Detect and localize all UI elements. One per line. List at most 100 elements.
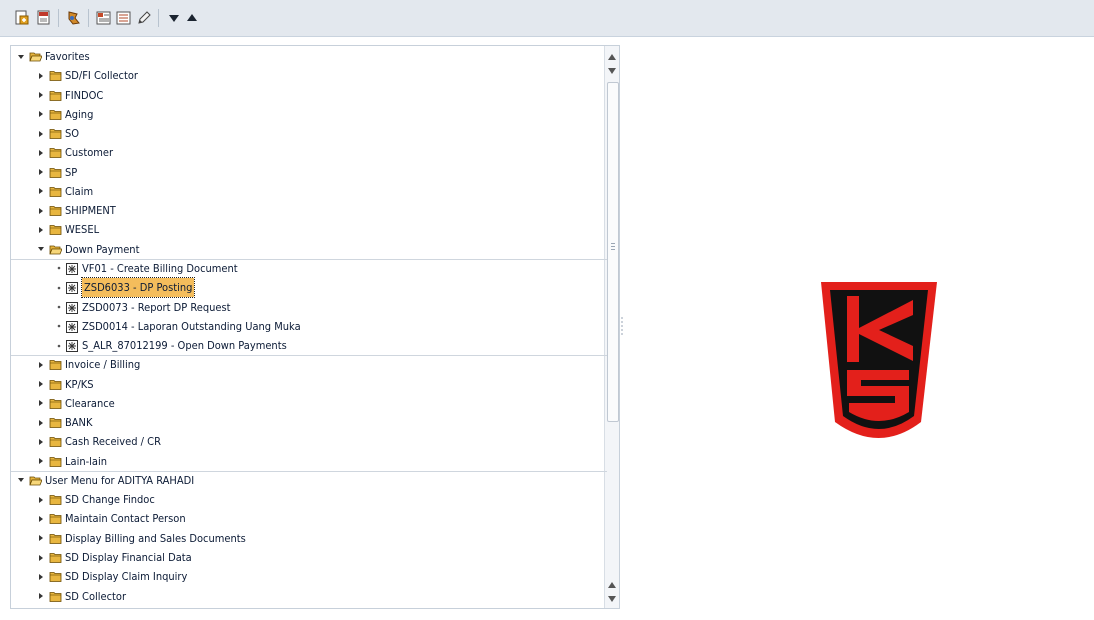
- scroll-up-arrow-icon[interactable]: [605, 50, 619, 64]
- collapse-arrow-icon[interactable]: [17, 47, 25, 66]
- expand-arrow-icon[interactable]: [37, 413, 45, 432]
- tree-node-user-menu[interactable]: User Menu for ADITYA RAHADI: [11, 471, 605, 490]
- tree-folder[interactable]: SO: [11, 124, 605, 143]
- expand-arrow-icon[interactable]: [37, 394, 45, 413]
- expand-arrow-icon[interactable]: [37, 548, 45, 567]
- tree-folder[interactable]: KP/KS: [11, 375, 605, 394]
- menu-tree[interactable]: Favorites SD/FI Collector FINDOC Aging SO Cus…: [10, 45, 620, 609]
- change-favorite-icon[interactable]: [136, 10, 152, 26]
- tree-folder[interactable]: SD Display Claim Inquiry: [11, 567, 605, 586]
- tree-item-label[interactable]: Favorites: [45, 47, 90, 66]
- tree-item-label[interactable]: S_ALR_87012199 - Open Down Payments: [82, 336, 287, 355]
- tree-transaction[interactable]: ZSD0073 - Report DP Request: [11, 298, 605, 317]
- tree-item-label[interactable]: Customer: [65, 143, 113, 162]
- tree-folder[interactable]: BANK: [11, 413, 605, 432]
- expand-arrow-icon[interactable]: [37, 66, 45, 85]
- collapse-arrow-icon[interactable]: [17, 471, 25, 490]
- tree-folder[interactable]: WESEL: [11, 220, 605, 239]
- tree-item-label[interactable]: ZSD0073 - Report DP Request: [82, 298, 231, 317]
- tree-folder[interactable]: SD Collector: [11, 587, 605, 606]
- expand-arrow-icon[interactable]: [37, 163, 45, 182]
- expand-arrow-icon[interactable]: [37, 201, 45, 220]
- expand-arrow-icon[interactable]: [37, 567, 45, 586]
- scrollbar-thumb[interactable]: [607, 82, 619, 422]
- tree-item-label[interactable]: KP/KS: [65, 375, 94, 394]
- tree-folder[interactable]: Aging: [11, 105, 605, 124]
- tree-item-label[interactable]: BANK: [65, 413, 92, 432]
- vertical-scrollbar[interactable]: [604, 46, 619, 608]
- expand-arrow-icon[interactable]: [37, 105, 45, 124]
- expand-arrow-icon[interactable]: [37, 375, 45, 394]
- tree-item-label[interactable]: WESEL: [65, 220, 99, 239]
- tree-item-label[interactable]: SD Collector: [65, 587, 126, 606]
- scroll-down-arrow-icon[interactable]: [605, 64, 619, 78]
- tree-folder[interactable]: Maintain Contact Person: [11, 509, 605, 528]
- add-favorite-icon[interactable]: [14, 10, 30, 26]
- folder-icon: [49, 435, 62, 448]
- move-down-icon[interactable]: [166, 10, 182, 26]
- tree-node-favorites[interactable]: Favorites: [11, 47, 605, 66]
- scroll-down-arrow-icon[interactable]: [605, 592, 619, 606]
- expand-arrow-icon[interactable]: [37, 220, 45, 239]
- tree-folder-down-payment[interactable]: Down Payment: [11, 240, 605, 259]
- expand-arrow-icon[interactable]: [37, 452, 45, 471]
- tree-item-label-selected[interactable]: ZSD6033 - DP Posting: [80, 277, 196, 299]
- tree-transaction[interactable]: ZSD6033 - DP Posting: [11, 277, 605, 299]
- tree-folder[interactable]: SP: [11, 163, 605, 182]
- tree-folder[interactable]: Cash Received / CR: [11, 432, 605, 451]
- tree-item-label[interactable]: SHIPMENT: [65, 201, 116, 220]
- tree-folder[interactable]: SHIPMENT: [11, 201, 605, 220]
- tree-folder[interactable]: SD Change Findoc: [11, 490, 605, 509]
- tree-item-label[interactable]: Invoice / Billing: [65, 355, 140, 374]
- tree-item-label[interactable]: Display Billing and Sales Documents: [65, 529, 246, 548]
- move-up-icon[interactable]: [184, 10, 200, 26]
- expand-arrow-icon[interactable]: [37, 509, 45, 528]
- tree-folder[interactable]: Claim: [11, 182, 605, 201]
- tree-item-label[interactable]: Aging: [65, 105, 93, 124]
- tree-folder[interactable]: FINDOC: [11, 86, 605, 105]
- tree-folder[interactable]: SD Display Financial Data: [11, 548, 605, 567]
- tree-transaction[interactable]: VF01 - Create Billing Document: [11, 259, 605, 278]
- tree-item-label[interactable]: SD Display Claim Inquiry: [65, 567, 187, 586]
- pane-splitter[interactable]: [621, 317, 623, 335]
- sap-menu-icon[interactable]: [66, 10, 82, 26]
- expand-arrow-icon[interactable]: [37, 86, 45, 105]
- tree-item-label[interactable]: VF01 - Create Billing Document: [82, 259, 238, 278]
- tree-transaction[interactable]: S_ALR_87012199 - Open Down Payments: [11, 336, 605, 355]
- display-list-icon[interactable]: [116, 10, 132, 26]
- tree-transaction[interactable]: ZSD0014 - Laporan Outstanding Uang Muka: [11, 317, 605, 336]
- tree-item-label[interactable]: SO: [65, 124, 79, 143]
- tree-item-label[interactable]: SD/FI Collector: [65, 66, 138, 85]
- tree-folder[interactable]: Lain-lain: [11, 452, 605, 471]
- expand-arrow-icon[interactable]: [37, 587, 45, 606]
- expand-arrow-icon[interactable]: [37, 143, 45, 162]
- tree-item-label[interactable]: Maintain Contact Person: [65, 509, 186, 528]
- tree-folder[interactable]: Customer: [11, 143, 605, 162]
- tree-item-label[interactable]: Lain-lain: [65, 452, 107, 471]
- add-other-object-icon[interactable]: [36, 10, 52, 26]
- tree-item-label[interactable]: SD Display Financial Data: [65, 548, 192, 567]
- tree-folder[interactable]: Clearance: [11, 394, 605, 413]
- tree-item-label[interactable]: Clearance: [65, 394, 115, 413]
- expand-arrow-icon[interactable]: [37, 182, 45, 201]
- folder-icon: [49, 185, 62, 198]
- expand-arrow-icon[interactable]: [37, 529, 45, 548]
- collapse-arrow-icon[interactable]: [37, 240, 45, 259]
- tree-item-label[interactable]: Down Payment: [65, 240, 139, 259]
- tree-item-label[interactable]: Cash Received / CR: [65, 432, 161, 451]
- scroll-up-arrow-icon[interactable]: [605, 578, 619, 592]
- tree-item-label[interactable]: Claim: [65, 182, 93, 201]
- expand-arrow-icon[interactable]: [37, 490, 45, 509]
- tree-folder[interactable]: Display Billing and Sales Documents: [11, 529, 605, 548]
- tree-item-label[interactable]: FINDOC: [65, 86, 103, 105]
- expand-arrow-icon[interactable]: [37, 355, 45, 374]
- expand-arrow-icon[interactable]: [37, 432, 45, 451]
- user-menu-icon[interactable]: [96, 10, 112, 26]
- tree-item-label[interactable]: User Menu for ADITYA RAHADI: [45, 471, 194, 490]
- tree-item-label[interactable]: SD Change Findoc: [65, 490, 155, 509]
- tree-item-label[interactable]: SP: [65, 163, 77, 182]
- expand-arrow-icon[interactable]: [37, 124, 45, 143]
- tree-folder[interactable]: SD/FI Collector: [11, 66, 605, 85]
- tree-item-label[interactable]: ZSD0014 - Laporan Outstanding Uang Muka: [82, 317, 301, 336]
- tree-folder[interactable]: Invoice / Billing: [11, 355, 605, 374]
